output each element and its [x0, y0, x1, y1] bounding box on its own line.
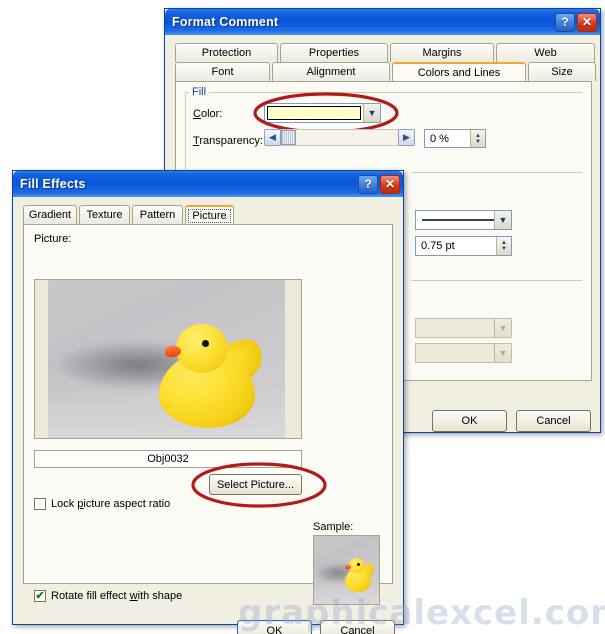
picture-filename-field[interactable]: Obj0032 — [34, 450, 302, 468]
picture-label: Picture: — [34, 233, 72, 245]
transparency-spinbox[interactable]: 0 % ▲ ▼ — [424, 129, 486, 148]
line-group-top-line — [411, 172, 582, 173]
tab-size[interactable]: Size — [528, 62, 596, 81]
format-comment-title: Format Comment — [172, 15, 279, 29]
close-icon[interactable]: ✕ — [577, 12, 597, 32]
slider-left-arrow-icon[interactable]: ◀ — [264, 129, 281, 146]
transparency-slider[interactable]: ◀ ▶ — [264, 129, 415, 146]
line-style-dropdown[interactable]: ▼ — [415, 210, 512, 230]
format-comment-titlebar[interactable]: Format Comment ? ✕ — [165, 9, 600, 35]
select-picture-button[interactable]: Select Picture... — [209, 474, 302, 495]
help-icon[interactable]: ? — [555, 12, 575, 32]
transparency-label: Transparency: — [193, 135, 263, 147]
fill-group-left-line — [185, 92, 186, 172]
arrow-begin-style-dropdown[interactable]: ▼ — [415, 318, 512, 338]
tab-pattern[interactable]: Pattern — [132, 205, 183, 224]
duck-eye — [357, 563, 360, 566]
slider-track[interactable] — [281, 129, 398, 146]
chevron-down-icon[interactable]: ▼ — [494, 344, 511, 362]
slider-right-arrow-icon[interactable]: ▶ — [398, 129, 415, 146]
picture-preview-photo — [48, 280, 285, 438]
transparency-value: 0 % — [430, 132, 449, 145]
tab-alignment[interactable]: Alignment — [272, 62, 390, 81]
help-icon[interactable]: ? — [358, 174, 378, 194]
color-label: Color: — [193, 108, 223, 120]
tab-web[interactable]: Web — [496, 43, 595, 62]
close-icon[interactable]: ✕ — [380, 174, 400, 194]
checkbox-box — [34, 498, 46, 510]
fill-effects-body: Gradient Texture Pattern Picture Picture… — [13, 197, 403, 634]
sample-preview-photo — [314, 536, 379, 604]
fill-effects-cancel-button[interactable]: Cancel — [320, 620, 395, 634]
tab-protection[interactable]: Protection — [175, 43, 278, 62]
screen: Format Comment ? ✕ Protection Properties… — [0, 0, 605, 634]
checkbox-box: ✔ — [34, 590, 46, 602]
tab-properties[interactable]: Properties — [280, 43, 388, 62]
fill-effects-ok-button[interactable]: OK — [237, 620, 312, 634]
slider-thumb[interactable] — [281, 130, 296, 145]
fill-effects-tabrow: Gradient Texture Pattern Picture — [23, 205, 236, 224]
line-style-value — [416, 212, 494, 228]
arrow-end-style-dropdown[interactable]: ▼ — [415, 343, 512, 363]
tab-colors-and-lines[interactable]: Colors and Lines — [392, 62, 526, 81]
sample-label: Sample: — [313, 521, 354, 533]
fill-color-swatch — [267, 106, 361, 120]
picture-preview — [34, 279, 302, 439]
rotate-fill-effect-checkbox[interactable]: ✔ Rotate fill effect with shape — [34, 590, 182, 602]
lock-aspect-ratio-checkbox[interactable]: Lock picture aspect ratio — [34, 498, 170, 510]
format-comment-tabrow-1: Protection Properties Margins Web — [175, 43, 597, 62]
format-comment-ok-button[interactable]: OK — [432, 410, 507, 432]
duck-head — [176, 324, 228, 373]
duck-eye — [202, 340, 209, 347]
fill-effects-dialog: Fill Effects ? ✕ Gradient Texture Patter… — [12, 170, 404, 634]
line-weight-spinbox[interactable]: 0.75 pt ▲ ▼ — [415, 236, 512, 256]
rotate-fill-effect-label: Rotate fill effect with shape — [51, 590, 183, 602]
fill-group-top-line — [185, 92, 582, 93]
format-comment-cancel-button[interactable]: Cancel — [516, 410, 591, 432]
sample-preview — [313, 535, 380, 605]
fill-effects-titlebar[interactable]: Fill Effects ? ✕ — [13, 171, 403, 197]
line-weight-value: 0.75 pt — [421, 240, 455, 252]
tab-gradient[interactable]: Gradient — [23, 205, 77, 224]
fill-group-label: Fill — [189, 86, 210, 98]
tab-font[interactable]: Font — [175, 62, 270, 81]
tab-margins[interactable]: Margins — [390, 43, 494, 62]
tab-picture[interactable]: Picture — [185, 205, 234, 224]
lock-aspect-ratio-label: Lock picture aspect ratio — [51, 498, 171, 510]
arrows-group-top-line — [411, 280, 582, 281]
chevron-down-icon[interactable]: ▼ — [494, 319, 511, 337]
chevron-down-icon[interactable]: ▼ — [363, 104, 380, 122]
fill-effects-title: Fill Effects — [20, 177, 86, 191]
spinner-arrows-icon[interactable]: ▲ ▼ — [496, 237, 511, 255]
tab-texture[interactable]: Texture — [79, 205, 130, 224]
chevron-down-icon[interactable]: ▼ — [494, 211, 511, 229]
spinner-arrows-icon[interactable]: ▲ ▼ — [470, 130, 485, 147]
format-comment-tabrow-2: Font Alignment Colors and Lines Size — [175, 62, 598, 81]
